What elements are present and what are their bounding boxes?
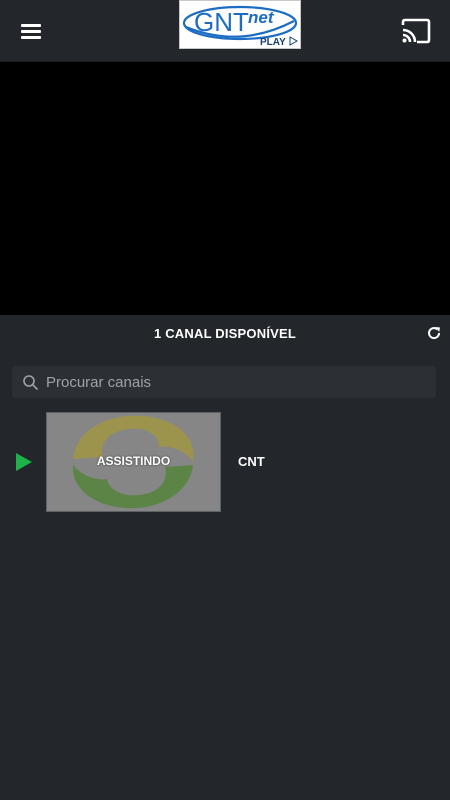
logo-play-text: PLAY: [260, 37, 286, 48]
channel-list-item[interactable]: ASSISTINDO CNT: [0, 412, 450, 512]
cast-icon: [401, 18, 431, 44]
search-icon: [23, 375, 39, 391]
logo-net-text: net: [248, 8, 275, 27]
channel-name: CNT: [238, 454, 265, 469]
channel-thumbnail: ASSISTINDO: [46, 412, 221, 512]
menu-button[interactable]: [18, 18, 46, 44]
channel-count-label: 1 CANAL DISPONÍVEL: [153, 326, 297, 341]
refresh-button[interactable]: [426, 325, 442, 341]
video-player[interactable]: [0, 62, 450, 315]
search-box: [12, 366, 436, 398]
app-logo: GNT net PLAY: [179, 0, 301, 49]
top-app-bar: GNT net PLAY: [0, 0, 450, 62]
logo-main-text: GNT: [194, 7, 249, 37]
cast-button[interactable]: [399, 16, 433, 46]
search-input[interactable]: [46, 366, 426, 398]
play-icon: [16, 453, 32, 471]
channel-count-bar: 1 CANAL DISPONÍVEL: [0, 315, 450, 353]
refresh-icon: [428, 327, 441, 340]
watching-label: ASSISTINDO: [96, 454, 171, 468]
